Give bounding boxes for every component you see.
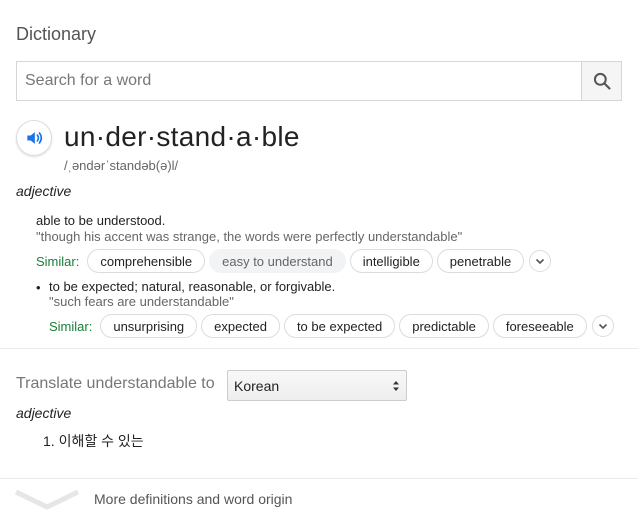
example: "though his accent was strange, the word…	[36, 229, 463, 244]
similar-chip[interactable]: expected	[201, 314, 280, 338]
similar-label: Similar:	[36, 253, 80, 269]
similar-label: Similar:	[49, 318, 93, 334]
similar-chip[interactable]: penetrable	[436, 249, 525, 273]
headword: un·der·stand·a·ble	[64, 121, 300, 152]
divider	[0, 348, 638, 349]
similar-chip[interactable]: predictable	[399, 314, 489, 338]
panel-title: Dictionary	[16, 24, 97, 44]
expand-similar-button[interactable]	[529, 250, 552, 272]
example: "such fears are understandable"	[49, 294, 234, 309]
chevron-down-icon	[598, 323, 607, 330]
similar-row: Similar: comprehensible easy to understa…	[36, 249, 552, 273]
search-icon	[593, 72, 611, 90]
divider	[0, 478, 638, 479]
search-button[interactable]	[581, 62, 621, 100]
translate-label: Translate understandable to	[16, 375, 215, 392]
part-of-speech: adjective	[16, 183, 72, 199]
language-select-value: Korean	[234, 377, 280, 394]
select-arrows-icon	[393, 380, 399, 391]
chevron-down-icon	[536, 258, 545, 265]
expand-similar-button[interactable]	[591, 315, 614, 337]
similar-row: Similar: unsurprising expected to be exp…	[49, 314, 614, 338]
pronunciation-audio-button[interactable]	[16, 120, 52, 156]
similar-chip[interactable]: to be expected	[283, 314, 396, 338]
similar-chip[interactable]: foreseeable	[492, 314, 587, 338]
definition: able to be understood.	[36, 213, 166, 228]
search-box	[16, 61, 622, 101]
translation-result: 1. 이해할 수 있는	[43, 433, 144, 449]
pronunciation: /ˌəndərˈstandəb(ə)l/	[64, 158, 179, 173]
bullet: •	[36, 280, 41, 295]
similar-chip[interactable]: easy to understand	[209, 249, 346, 273]
speaker-icon	[27, 132, 43, 144]
definition: to be expected; natural, reasonable, or …	[49, 279, 336, 294]
similar-chip[interactable]: intelligible	[349, 249, 433, 273]
search-input[interactable]	[17, 62, 581, 100]
more-definitions-link[interactable]: More definitions and word origin	[94, 491, 292, 507]
chevron-down-icon[interactable]	[14, 486, 80, 510]
similar-chip[interactable]: comprehensible	[87, 249, 206, 273]
language-select[interactable]: Korean	[227, 370, 407, 401]
similar-chip[interactable]: unsurprising	[100, 314, 198, 338]
translation-part-of-speech: adjective	[16, 405, 72, 421]
